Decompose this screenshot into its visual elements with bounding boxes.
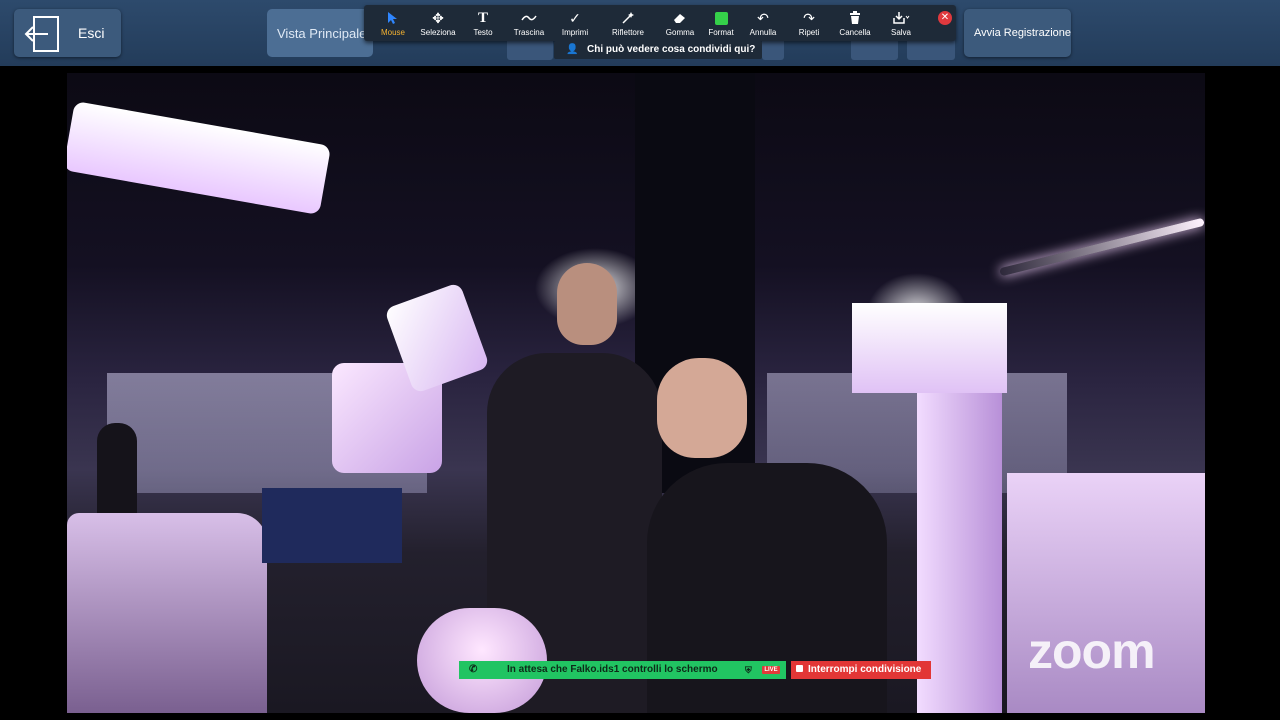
hidden-toolbar-button[interactable] bbox=[907, 38, 955, 60]
tool-text[interactable]: T Testo bbox=[460, 5, 506, 41]
mouse-pointer-icon bbox=[370, 10, 416, 26]
move-icon: ✥ bbox=[432, 9, 444, 26]
exit-label: Esci bbox=[78, 25, 105, 41]
hidden-toolbar-button[interactable] bbox=[851, 38, 898, 60]
hidden-toolbar-button[interactable] bbox=[507, 38, 553, 60]
tool-redo[interactable]: ↷ Ripeti bbox=[786, 5, 832, 41]
stop-sharing-button[interactable]: Interrompi condivisione bbox=[791, 661, 931, 679]
tool-label: Riflettore bbox=[611, 28, 644, 37]
format-color-icon bbox=[698, 10, 744, 26]
tool-clear[interactable]: Cancella bbox=[832, 5, 878, 41]
tool-mouse[interactable]: Mouse bbox=[370, 5, 416, 41]
tool-label: Salva bbox=[890, 28, 911, 37]
person-icon: 👤 bbox=[566, 44, 579, 55]
dental-chair bbox=[67, 513, 267, 713]
tool-stamp[interactable]: ✓ Imprimi bbox=[552, 5, 598, 41]
record-button[interactable]: Avvia Registrazione bbox=[964, 9, 1071, 57]
person-seated-head bbox=[657, 358, 747, 458]
spotlight-icon bbox=[605, 10, 651, 26]
blue-cabinet bbox=[262, 488, 402, 563]
share-visibility-label: Chi può vedere cosa condividi qui? bbox=[587, 44, 756, 55]
tool-save[interactable]: Salva bbox=[878, 5, 924, 41]
stop-sharing-label: Interrompi condivisione bbox=[808, 664, 922, 675]
shield-icon: ⛨ bbox=[745, 665, 752, 675]
tool-undo[interactable]: ↶ Annulla bbox=[740, 5, 786, 41]
tool-select[interactable]: ✥ Seleziona bbox=[415, 5, 461, 41]
stamp-check-icon: ✓ bbox=[569, 9, 581, 26]
view-label: Vista Principale bbox=[277, 26, 367, 41]
annotation-toolbar: Mouse ✥ Seleziona T Testo Trascina ✓ Imp… bbox=[364, 5, 956, 41]
share-visibility-info[interactable]: 👤 Chi può vedere cosa condividi qui? bbox=[554, 41, 762, 59]
eraser-icon bbox=[657, 10, 703, 26]
undo-icon: ↶ bbox=[757, 9, 769, 26]
shared-video-feed bbox=[67, 73, 1205, 713]
ceiling-light bbox=[999, 217, 1205, 277]
hidden-toolbar-button[interactable] bbox=[762, 38, 784, 60]
draw-icon bbox=[506, 10, 552, 26]
view-button[interactable]: Vista Principale bbox=[267, 9, 373, 57]
stop-square-icon bbox=[796, 665, 803, 672]
text-icon: T bbox=[477, 9, 488, 26]
phone-icon: ✆ bbox=[469, 664, 478, 675]
exit-button[interactable]: Esci bbox=[14, 9, 121, 57]
iv-stand-head bbox=[852, 303, 1007, 393]
waiting-status-text: In attesa che Falko.ids1 controlli lo sc… bbox=[507, 664, 718, 675]
top-bar: Esci Vista Principale Avvia Registrazion… bbox=[0, 0, 1280, 66]
exit-door-icon bbox=[24, 16, 59, 52]
tool-draw[interactable]: Trascina bbox=[506, 5, 552, 41]
tool-spotlight[interactable]: Riflettore bbox=[605, 5, 651, 41]
close-icon[interactable]: ✕ bbox=[938, 11, 952, 25]
record-label: Avvia Registrazione bbox=[974, 27, 1072, 39]
person-standing-head bbox=[557, 263, 617, 345]
live-badge: LIVE bbox=[762, 666, 780, 674]
tool-label: Imprimi bbox=[561, 28, 589, 37]
share-status-bar: ✆ In attesa che Falko.ids1 controlli lo … bbox=[459, 661, 786, 679]
redo-icon: ↷ bbox=[803, 9, 815, 26]
format-color-swatch bbox=[714, 11, 728, 25]
zoom-watermark: zoom bbox=[1028, 623, 1156, 679]
background-person bbox=[97, 423, 137, 513]
trash-icon bbox=[832, 10, 878, 26]
save-icon bbox=[878, 10, 924, 26]
dental-arm bbox=[67, 100, 332, 216]
